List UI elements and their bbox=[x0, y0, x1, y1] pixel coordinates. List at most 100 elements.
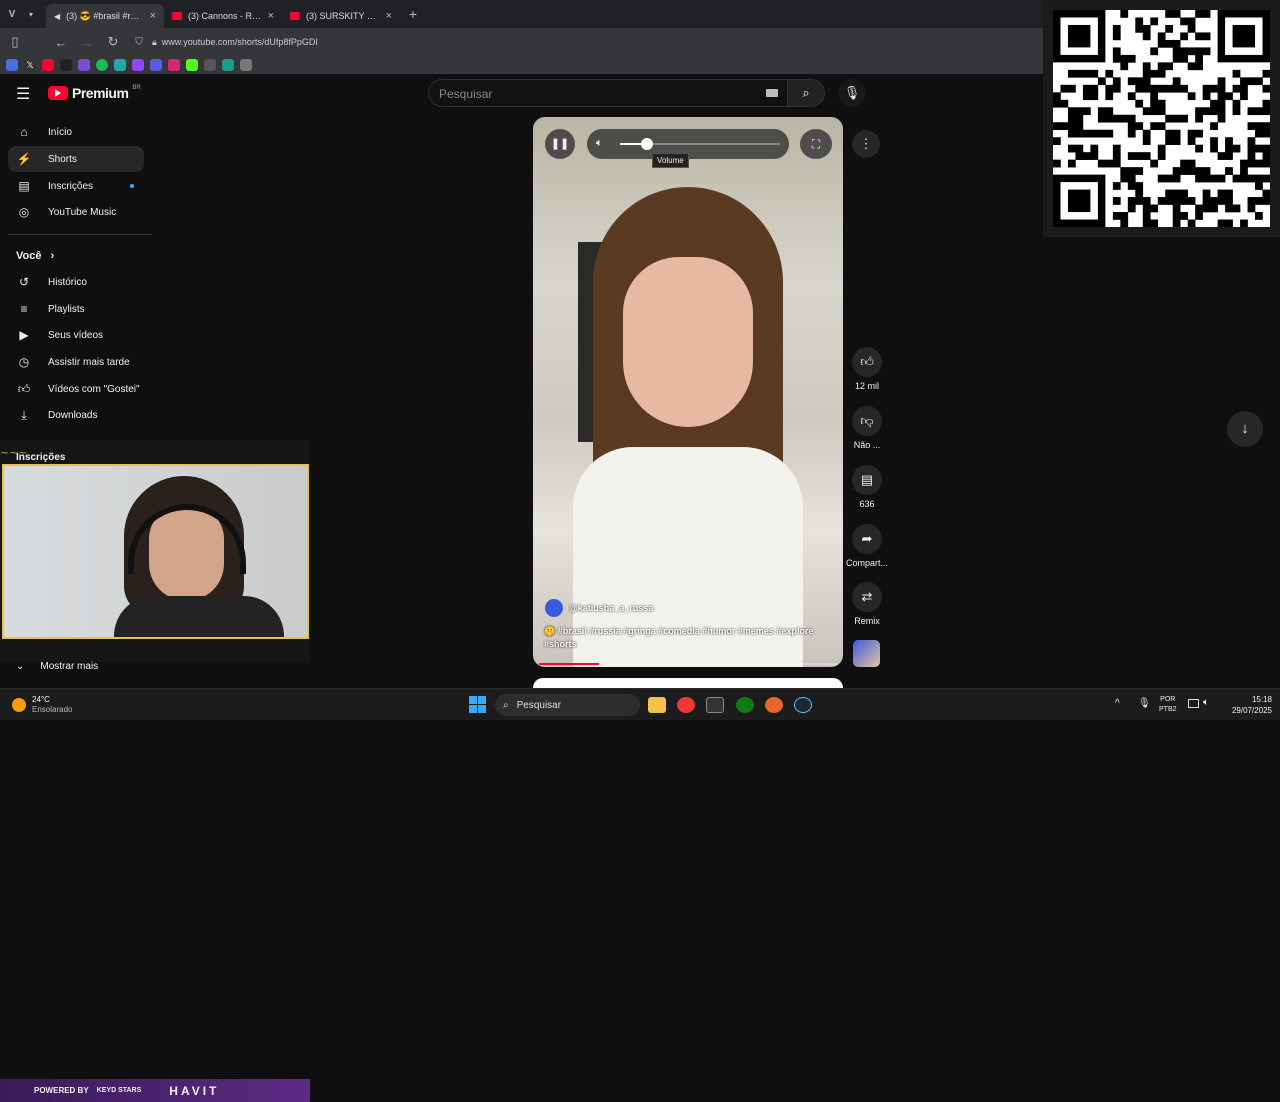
search-input[interactable]: Pesquisar bbox=[428, 79, 788, 107]
close-icon[interactable]: × bbox=[150, 10, 156, 22]
youtube-icon[interactable] bbox=[42, 59, 54, 71]
sidebar-item-label: Vídeos com "Gostei" bbox=[48, 383, 140, 395]
close-icon[interactable]: × bbox=[268, 10, 274, 22]
instagram-icon[interactable] bbox=[168, 59, 180, 71]
sidebar-item-historico[interactable]: ↺ Histórico bbox=[8, 269, 144, 295]
sidebar-item-inicio[interactable]: ⌂ Início bbox=[8, 119, 144, 145]
shield-icon[interactable]: ⛉ bbox=[126, 37, 152, 48]
sound-thumbnail[interactable] bbox=[853, 640, 880, 667]
twitch-icon[interactable] bbox=[132, 59, 144, 71]
dislike-action[interactable]: 👎︎ Não ... bbox=[845, 406, 889, 450]
tab-2[interactable]: (3) Cannons - Ruthless × bbox=[164, 4, 282, 28]
language-indicator[interactable]: POR PTB2 bbox=[1159, 695, 1177, 715]
sidebar-item-youtube-music[interactable]: ◎ YouTube Music bbox=[8, 199, 144, 225]
qr-module bbox=[1240, 77, 1248, 86]
monitor-icon[interactable] bbox=[1188, 699, 1199, 708]
more-options-button[interactable]: ⋮ bbox=[852, 130, 880, 158]
steam-icon[interactable] bbox=[204, 59, 216, 71]
qr-module bbox=[1195, 114, 1203, 123]
mic-tray-icon[interactable]: 🎙︎ bbox=[1138, 698, 1151, 709]
panel-toggle-icon[interactable]: ▯ bbox=[2, 34, 28, 50]
x-icon[interactable]: 𝕏 bbox=[24, 59, 36, 71]
bookmark-icon[interactable] bbox=[6, 59, 18, 71]
lock-icon: 🔒︎ bbox=[152, 36, 157, 47]
sidebar-item-assistir-mais-tarde[interactable]: ◷ Assistir mais tarde bbox=[8, 349, 144, 375]
back-icon[interactable]: ← bbox=[48, 35, 74, 50]
sidebar-item-seus-videos[interactable]: ▶ Seus vídeos bbox=[8, 322, 144, 348]
sidebar-item-videos-com-gostei[interactable]: 👍︎ Vídeos com "Gostei" bbox=[8, 376, 144, 402]
sidebar-item-shorts[interactable]: ⚡ Shorts bbox=[8, 146, 144, 172]
keyboard-icon[interactable] bbox=[766, 89, 778, 97]
bookmark-icon[interactable] bbox=[60, 59, 72, 71]
forward-icon[interactable]: → bbox=[74, 35, 100, 50]
mic-button[interactable]: 🎙︎ bbox=[838, 79, 866, 107]
qr-module bbox=[1090, 144, 1099, 153]
sidebar-item-playlists[interactable]: ≡ Playlists bbox=[8, 296, 144, 322]
reload-icon[interactable]: ↻ bbox=[100, 34, 126, 50]
video-caption[interactable]: 🤫 #brasil #russia #gringa #comedia #humo… bbox=[544, 625, 829, 651]
fullscreen-button[interactable]: ⛶ bbox=[800, 129, 832, 159]
bookmark-icon[interactable] bbox=[114, 59, 126, 71]
file-explorer-icon[interactable] bbox=[648, 697, 666, 713]
taskbar-search[interactable]: ⌕ Pesquisar bbox=[495, 694, 640, 716]
steam-icon[interactable] bbox=[794, 697, 812, 713]
terminal-icon[interactable] bbox=[706, 697, 724, 713]
qr-module bbox=[1120, 174, 1129, 183]
menu-icon[interactable]: ☰ bbox=[16, 84, 30, 104]
volume-slider[interactable] bbox=[620, 138, 780, 150]
show-more-link[interactable]: ⌄ Mostrar mais bbox=[16, 661, 98, 672]
share-action[interactable]: ➦ Compart... bbox=[845, 524, 889, 568]
speaker-icon[interactable]: ◀ bbox=[54, 12, 60, 21]
dislike-button[interactable]: 👎︎ bbox=[852, 406, 882, 436]
kick-icon[interactable] bbox=[186, 59, 198, 71]
sidebar-item-inscricoes[interactable]: ▤ Inscrições bbox=[8, 173, 144, 199]
qr-module bbox=[1240, 167, 1248, 175]
bookmark-icon[interactable] bbox=[150, 59, 162, 71]
tray-overflow-icon[interactable]: ^ bbox=[1115, 698, 1120, 709]
tab-3[interactable]: (3) SURSKITY NO OMS × bbox=[282, 4, 400, 28]
channel-name[interactable]: @katiusha_a_russa bbox=[569, 603, 653, 613]
speaker-icon[interactable]: 🔈︎ bbox=[1203, 697, 1209, 708]
channel-avatar[interactable] bbox=[545, 599, 563, 617]
remix-action[interactable]: ⇄ Remix bbox=[845, 582, 889, 626]
bookmark-icon[interactable] bbox=[78, 59, 90, 71]
volume-icon[interactable]: 🔈︎ bbox=[596, 137, 603, 150]
shorts-video-player[interactable]: @katiusha_a_russa 🤫 #brasil #russia #gri… bbox=[533, 117, 843, 667]
progress-track[interactable] bbox=[539, 663, 837, 665]
like-button[interactable]: 👍︎ bbox=[852, 347, 882, 377]
comment-action[interactable]: ▤ 636 bbox=[845, 465, 889, 509]
browser-menu-icon[interactable]: V bbox=[0, 9, 24, 20]
comment-button[interactable]: ▤ bbox=[852, 465, 882, 495]
vivaldi-icon[interactable] bbox=[677, 697, 695, 713]
qr-module bbox=[1262, 107, 1270, 116]
voce-heading[interactable]: Você › bbox=[16, 250, 54, 262]
search-button[interactable]: ⌕ bbox=[787, 79, 825, 107]
next-shorts-button[interactable]: ↓ bbox=[1227, 411, 1263, 447]
like-action[interactable]: 👍︎ 12 mil bbox=[845, 347, 889, 391]
new-tab-icon[interactable]: + bbox=[400, 6, 426, 22]
xbox-icon[interactable] bbox=[736, 697, 754, 713]
chevron-down-icon[interactable]: ▾ bbox=[24, 10, 38, 19]
start-button[interactable] bbox=[469, 696, 486, 713]
remix-button[interactable]: ⇄ bbox=[852, 582, 882, 612]
spotify-icon[interactable] bbox=[96, 59, 108, 71]
share-button[interactable]: ➦ bbox=[852, 524, 882, 554]
close-icon[interactable]: × bbox=[386, 10, 392, 22]
qr-module bbox=[1195, 10, 1203, 18]
app-icon[interactable] bbox=[765, 697, 783, 713]
weather-widget[interactable]: 24°C Ensolarado bbox=[12, 695, 72, 715]
qr-module bbox=[1165, 137, 1174, 145]
pause-button[interactable]: ❚❚ bbox=[545, 129, 575, 159]
bookmark-icon[interactable] bbox=[222, 59, 234, 71]
volume-knob[interactable] bbox=[641, 138, 654, 150]
windows-taskbar: 24°C Ensolarado ⌕ Pesquisar ^ 🎙︎ POR PTB… bbox=[0, 688, 1280, 720]
qr-module bbox=[1172, 47, 1181, 56]
youtube-logo[interactable]: Premium BR bbox=[48, 85, 141, 101]
url-field[interactable]: www.youtube.com/shorts/dUfp8fPpGDI bbox=[162, 37, 318, 47]
tab-1[interactable]: ◀ (3) 😎 #brasil #russia × bbox=[46, 4, 164, 28]
sidebar-item-downloads[interactable]: ⤓ Downloads bbox=[8, 402, 144, 428]
share-icon: ➦ bbox=[861, 531, 873, 546]
qr-module bbox=[1262, 99, 1270, 108]
bookmark-icon[interactable] bbox=[240, 59, 252, 71]
clock[interactable]: 15:18 29/07/2025 bbox=[1222, 694, 1272, 716]
